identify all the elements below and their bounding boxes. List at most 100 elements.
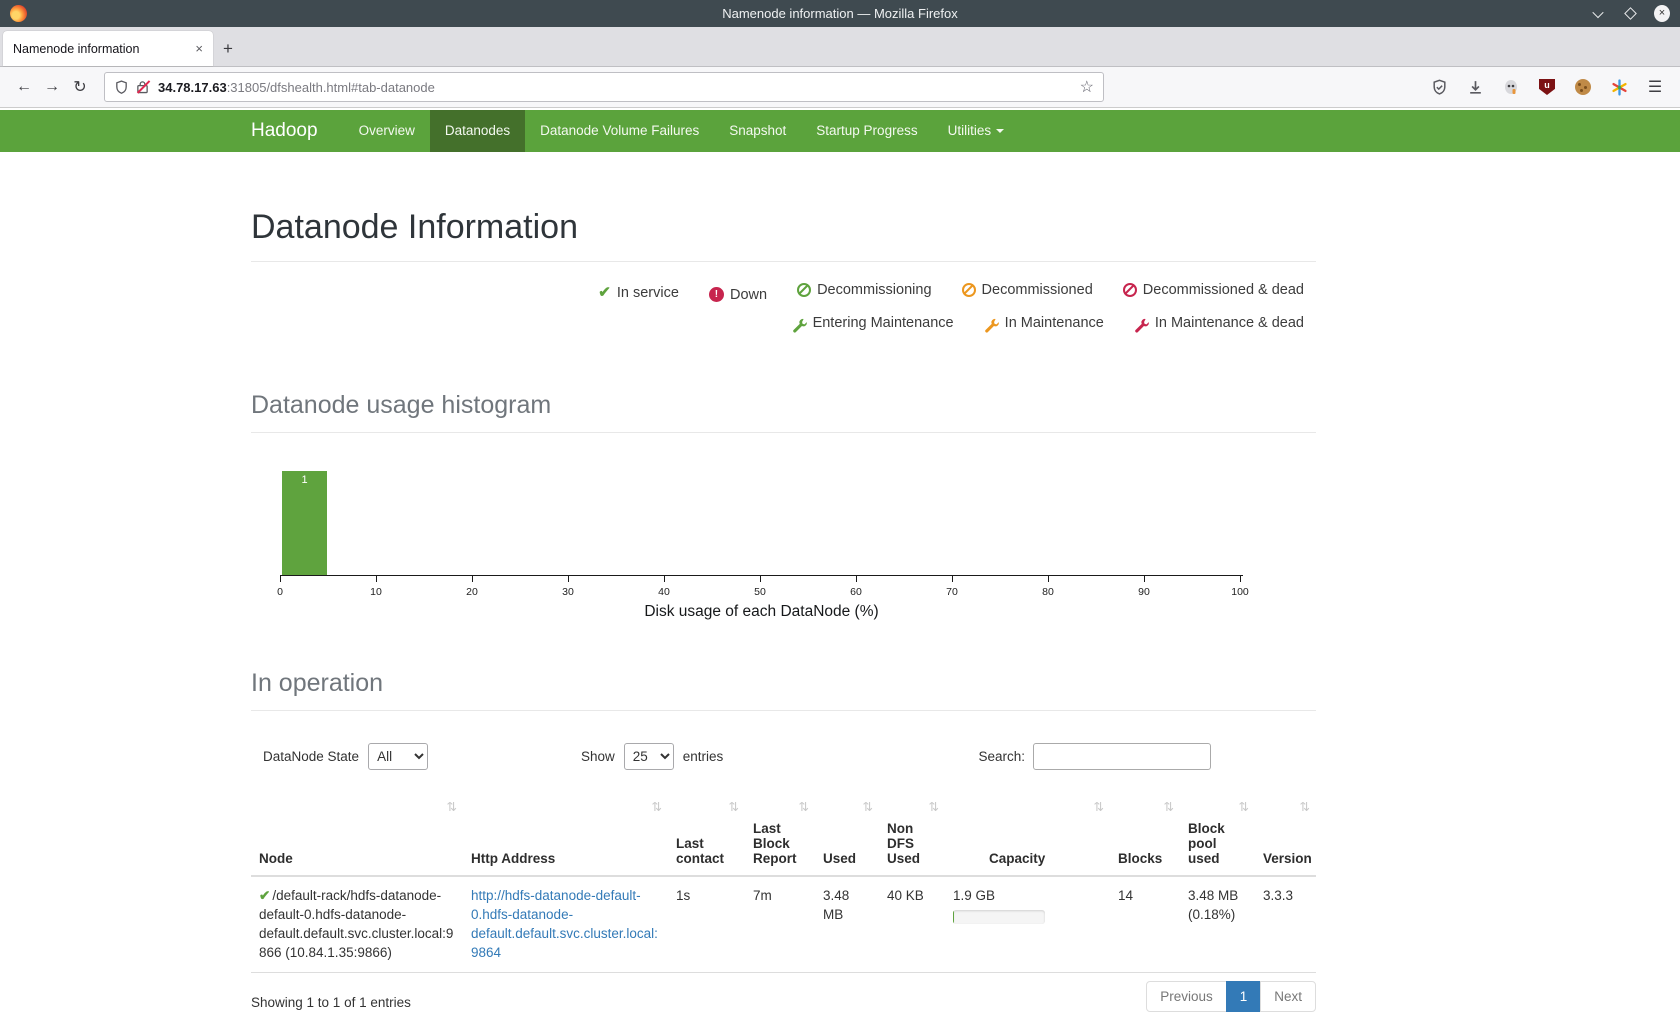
legend-entering-maintenance: Entering Maintenance — [792, 309, 954, 337]
nav-item-startup-progress[interactable]: Startup Progress — [801, 110, 932, 152]
col-header-version[interactable]: Version⇅ — [1255, 791, 1316, 876]
sort-icon[interactable]: ⇅ — [863, 799, 873, 814]
legend-in-maintenance: In Maintenance — [984, 309, 1104, 337]
url-host: 34.78.17.63 — [158, 80, 227, 95]
col-header-block-pool-used[interactable]: Block pool used⇅ — [1180, 791, 1255, 876]
col-header-last-block-report[interactable]: Last Block Report⇅ — [745, 791, 815, 876]
pagination-previous-button[interactable]: Previous — [1146, 981, 1227, 1012]
pagination: Previous 1 Next — [1146, 981, 1316, 1012]
legend-decommissioned: Decommissioned — [962, 276, 1093, 304]
x-tick: 20 — [466, 586, 478, 598]
menu-hamburger-icon[interactable]: ☰ — [1644, 76, 1666, 98]
pagination-page-1-button[interactable]: 1 — [1226, 981, 1262, 1012]
diamond-icon — [1624, 7, 1637, 20]
ban-circle-icon — [962, 283, 976, 297]
nav-item-snapshot[interactable]: Snapshot — [714, 110, 801, 152]
col-header-non-dfs-used[interactable]: Non DFS Used⇅ — [879, 791, 945, 876]
table-controls: DataNode State All Show 25 entries Searc… — [251, 737, 1316, 779]
close-window-button[interactable]: × — [1654, 6, 1670, 22]
sort-icon[interactable]: ⇅ — [799, 799, 809, 814]
cell-last-block-report: 7m — [745, 876, 815, 972]
node-state-legend: ✔In service !Down Decommissioning Decomm… — [251, 276, 1316, 343]
nav-item-overview[interactable]: Overview — [344, 110, 430, 152]
col-header-blocks[interactable]: Blocks⇅ — [1110, 791, 1180, 876]
tab-close-icon[interactable]: × — [195, 41, 203, 56]
hadoop-brand[interactable]: Hadoop — [251, 110, 344, 152]
sort-icon[interactable]: ⇅ — [1239, 799, 1249, 814]
sort-icon[interactable]: ⇅ — [929, 799, 939, 814]
browser-toolbar: ← → ↻ 34.78.17.63:31805/dfshealth.html#t… — [0, 67, 1680, 108]
close-icon: × — [1654, 5, 1670, 22]
col-header-last-contact[interactable]: Last contact⇅ — [668, 791, 745, 876]
col-header-used[interactable]: Used⇅ — [815, 791, 879, 876]
table-row: ✔/default-rack/hdfs-datanode-default-0.h… — [251, 876, 1316, 972]
ban-circle-icon — [797, 283, 811, 297]
col-header-http-address[interactable]: Http Address⇅ — [463, 791, 668, 876]
window-title: Namenode information — Mozilla Firefox — [0, 6, 1680, 21]
cell-version: 3.3.3 — [1255, 876, 1316, 972]
maximize-button[interactable] — [1622, 6, 1638, 22]
bookmark-star-icon[interactable]: ☆ — [1080, 77, 1094, 97]
forward-button[interactable]: → — [38, 73, 66, 101]
nav-item-datanodes[interactable]: Datanodes — [430, 110, 525, 152]
insecure-lock-icon[interactable] — [136, 80, 151, 95]
exclamation-circle-icon: ! — [709, 287, 724, 302]
divider — [251, 432, 1316, 433]
cookie-icon[interactable] — [1572, 76, 1594, 98]
bar-value-label: 1 — [282, 471, 327, 486]
sort-icon[interactable]: ⇅ — [1164, 799, 1174, 814]
window-titlebar: Namenode information — Mozilla Firefox × — [0, 0, 1680, 27]
datanode-state-select[interactable]: All — [368, 743, 428, 770]
show-label: Show — [581, 749, 615, 764]
sort-icon[interactable]: ⇅ — [652, 799, 662, 814]
http-address-link[interactable]: http://hdfs-datanode-default-0.hdfs-data… — [471, 888, 658, 960]
search-input[interactable] — [1033, 743, 1211, 770]
extension-mask-icon[interactable] — [1500, 76, 1522, 98]
cell-blocks: 14 — [1110, 876, 1180, 972]
cell-used: 3.48 MB — [815, 876, 879, 972]
tracking-protection-shield-icon[interactable] — [114, 80, 129, 95]
cell-non-dfs-used: 40 KB — [879, 876, 945, 972]
datanode-table: Node⇅ Http Address⇅ Last contact⇅ Last B… — [251, 791, 1316, 973]
sort-icon[interactable]: ⇅ — [1094, 799, 1104, 814]
multicolor-asterisk-icon[interactable] — [1608, 76, 1630, 98]
ban-circle-icon — [1123, 283, 1137, 297]
x-tick: 60 — [850, 586, 862, 598]
url-bar[interactable]: 34.78.17.63:31805/dfshealth.html#tab-dat… — [104, 72, 1104, 102]
datanode-state-label: DataNode State — [263, 749, 359, 764]
wrench-icon — [984, 315, 999, 330]
legend-down: !Down — [709, 281, 767, 309]
search-label: Search: — [978, 749, 1025, 764]
minimize-button[interactable] — [1590, 6, 1606, 22]
pagination-next-button[interactable]: Next — [1260, 981, 1316, 1012]
x-tick: 90 — [1138, 586, 1150, 598]
download-icon[interactable] — [1464, 76, 1486, 98]
new-tab-button[interactable]: + — [213, 31, 243, 66]
protections-shield-check-icon[interactable] — [1428, 76, 1450, 98]
cell-http-address: http://hdfs-datanode-default-0.hdfs-data… — [463, 876, 668, 972]
col-header-capacity[interactable]: Capacity⇅ — [945, 791, 1110, 876]
show-entries-select[interactable]: 25 — [624, 743, 674, 770]
sort-icon[interactable]: ⇅ — [1300, 799, 1310, 814]
datanode-usage-histogram: 1 0 10 20 30 40 50 60 70 80 90 100 Disk … — [280, 469, 1243, 621]
table-footer: Showing 1 to 1 of 1 entries Previous 1 N… — [251, 981, 1316, 1012]
cell-block-pool-used: 3.48 MB (0.18%) — [1180, 876, 1255, 972]
divider — [251, 261, 1316, 262]
nav-item-utilities[interactable]: Utilities — [933, 110, 1020, 152]
browser-tab[interactable]: Namenode information × — [3, 31, 213, 66]
sort-icon[interactable]: ⇅ — [729, 799, 739, 814]
operation-heading: In operation — [251, 669, 1316, 698]
page-title: Datanode Information — [251, 208, 1316, 247]
ublock-shield-icon[interactable]: u — [1536, 76, 1558, 98]
cell-node: ✔/default-rack/hdfs-datanode-default-0.h… — [251, 876, 463, 972]
legend-in-maintenance-dead: In Maintenance & dead — [1134, 309, 1304, 337]
nav-item-datanode-volume-failures[interactable]: Datanode Volume Failures — [525, 110, 714, 152]
x-tick: 30 — [562, 586, 574, 598]
col-header-node[interactable]: Node⇅ — [251, 791, 463, 876]
back-button[interactable]: ← — [10, 73, 38, 101]
sort-icon[interactable]: ⇅ — [447, 799, 457, 814]
chevron-down-icon — [1592, 6, 1603, 17]
legend-decommissioning: Decommissioning — [797, 276, 931, 304]
caret-down-icon — [996, 129, 1004, 133]
reload-button[interactable]: ↻ — [66, 73, 94, 101]
